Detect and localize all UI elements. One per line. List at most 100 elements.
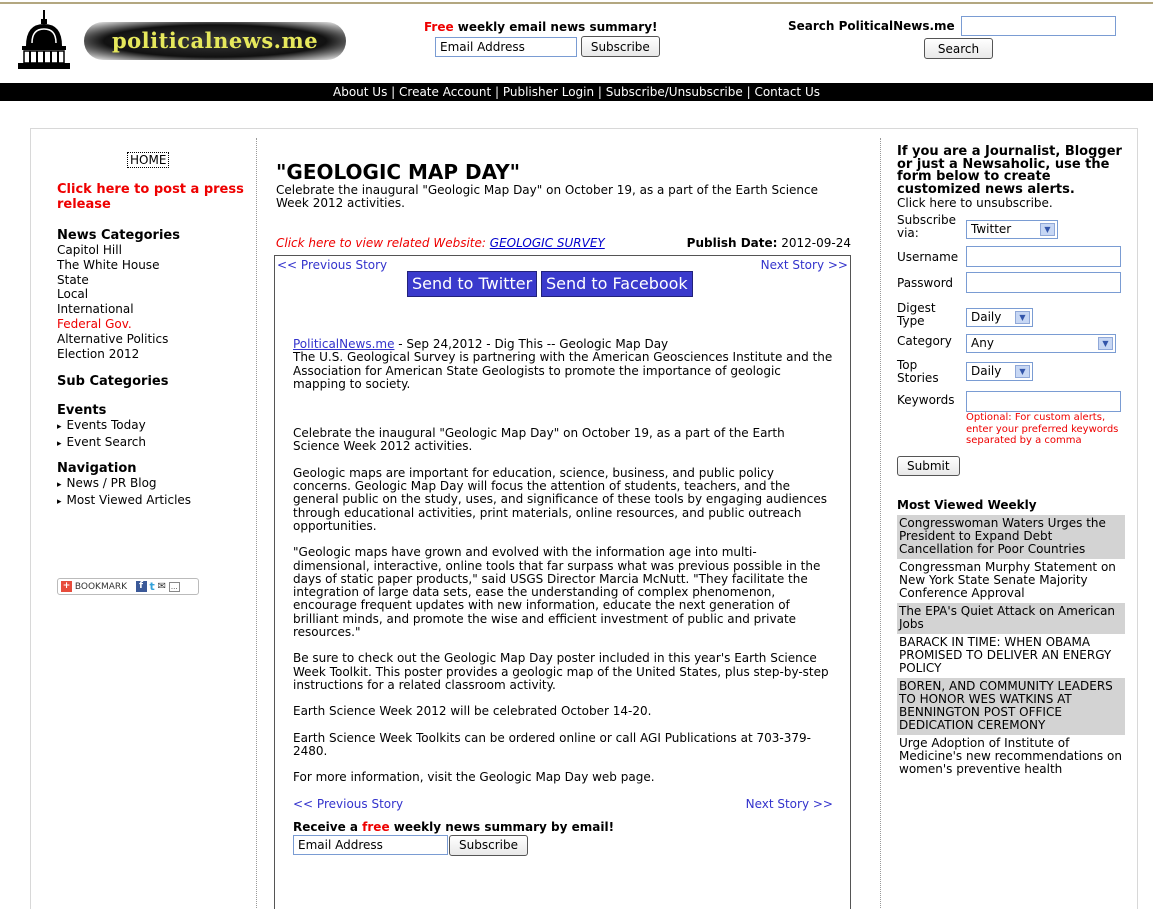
most-viewed-item[interactable]: Congresswoman Waters Urges the President… [897, 514, 1125, 559]
category-white-house[interactable]: The White House [57, 258, 252, 273]
username-row: Username [897, 246, 1125, 272]
related-website-row: Click here to view related Website: GEOL… [276, 236, 851, 252]
article-subtitle: Celebrate the inaugural "Geologic Map Da… [276, 183, 819, 210]
receive-summary-heading: Receive a free weekly news summary by em… [293, 821, 833, 834]
related-website-link[interactable]: GEOLOGIC SURVEY [490, 236, 605, 250]
left-divider [256, 138, 257, 909]
chevron-down-icon: ▼ [1040, 223, 1055, 236]
next-story-link-bottom[interactable]: Next Story >> [746, 797, 833, 811]
keywords-input[interactable] [966, 391, 1121, 412]
nav-subscribe-unsubscribe[interactable]: Subscribe/Unsubscribe [606, 85, 743, 99]
send-to-facebook-button[interactable]: Send to Facebook [540, 271, 693, 297]
newsletter-email-input[interactable] [435, 36, 577, 57]
category-capitol-hill[interactable]: Capitol Hill [57, 243, 252, 258]
article-lead: PoliticalNews.me - Sep 24,2012 - Dig Thi… [293, 337, 833, 391]
category-international[interactable]: International [57, 302, 252, 317]
top-stories-row: Top Stories Daily ▼ [897, 354, 1125, 386]
category-select[interactable]: Any ▼ [966, 334, 1116, 353]
share-buttons: Send to Twitter Send to Facebook [407, 271, 693, 297]
subscribe-via-select[interactable]: Twitter ▼ [966, 220, 1058, 239]
submit-button[interactable]: Submit [897, 455, 960, 476]
send-to-twitter-button[interactable]: Send to Twitter [407, 271, 538, 297]
top-stories-select[interactable]: Daily ▼ [966, 362, 1033, 381]
source-dateline: - Sep 24,2012 - Dig This -- Geologic Map… [394, 337, 669, 351]
lead-text: The U.S. Geological Survey is partnering… [293, 350, 833, 391]
article-header: "GEOLOGIC MAP DAY" Celebrate the inaugur… [276, 160, 851, 210]
top-stories-label: Top Stories [897, 358, 939, 385]
category-election-2012[interactable]: Election 2012 [57, 347, 252, 362]
nav-create-account[interactable]: Create Account [399, 85, 491, 99]
right-divider [880, 138, 881, 909]
more-icon[interactable]: ... [168, 581, 180, 592]
password-label: Password [897, 276, 954, 290]
previous-story-link-bottom[interactable]: << Previous Story [293, 797, 403, 811]
category-value: Any [971, 336, 994, 350]
top-rule [0, 2, 1153, 4]
chevron-down-icon: ▼ [1098, 337, 1113, 350]
email-icon[interactable]: ✉ [158, 581, 166, 592]
bookmark-label: BOOKMARK [74, 582, 128, 592]
digest-type-row: Digest Type Daily ▼ [897, 299, 1125, 331]
most-viewed-articles-link[interactable]: Most Viewed Articles [57, 493, 252, 510]
left-sidebar: HOME Click here to post a press release … [57, 152, 252, 510]
event-search-link[interactable]: Event Search [57, 435, 252, 452]
newsletter-subscribe-button[interactable]: Subscribe [580, 36, 660, 57]
category-alternative-politics[interactable]: Alternative Politics [57, 332, 252, 347]
news-categories-list: Capitol Hill The White House State Local… [57, 243, 252, 361]
category-local[interactable]: Local [57, 287, 252, 302]
subscribe-via-label: Subscribe via: [897, 213, 956, 240]
previous-story-link-top[interactable]: << Previous Story [277, 258, 387, 272]
subscribe-via-row: Subscribe via: Twitter ▼ [897, 214, 1125, 246]
source-link[interactable]: PoliticalNews.me [293, 337, 394, 351]
facebook-icon[interactable]: f [135, 581, 147, 592]
article-paragraph: Be sure to check out the Geologic Map Da… [293, 651, 829, 692]
post-press-release-link[interactable]: Click here to post a press release [57, 182, 252, 212]
most-viewed-item[interactable]: Urge Adoption of Institute of Medicine's… [897, 735, 1125, 779]
category-state[interactable]: State [57, 273, 252, 288]
news-categories-heading: News Categories [57, 228, 180, 243]
most-viewed-item[interactable]: Congressman Murphy Statement on New York… [897, 559, 1125, 603]
events-heading: Events [57, 403, 107, 419]
search-button[interactable]: Search [924, 38, 993, 59]
publish-date-label: Publish Date: [686, 236, 778, 250]
nav-contact-us[interactable]: Contact Us [754, 85, 820, 99]
site-search: Search PoliticalNews.me Search [788, 16, 1128, 59]
receive-rest: weekly news summary by email! [389, 820, 615, 835]
keywords-note: Optional: For custom alerts, enter your … [966, 412, 1119, 446]
capitol-dome-icon [18, 10, 70, 69]
most-viewed-item[interactable]: BARACK IN TIME: WHEN OBAMA PROMISED TO D… [897, 634, 1125, 678]
category-row: Category Any ▼ [897, 331, 1125, 354]
bottom-subscribe-button[interactable]: Subscribe [449, 834, 528, 856]
digest-type-label: Digest Type [897, 301, 936, 328]
next-story-link-top[interactable]: Next Story >> [761, 258, 848, 272]
password-input[interactable] [966, 272, 1121, 293]
category-federal-gov[interactable]: Federal Gov. [57, 317, 252, 332]
related-prefix: Click here to view related Website: [276, 236, 490, 250]
digest-type-select[interactable]: Daily ▼ [966, 308, 1033, 327]
most-viewed-item[interactable]: BOREN, AND COMMUNITY LEADERS TO HONOR WE… [897, 677, 1125, 735]
most-viewed-item[interactable]: The EPA's Quiet Attack on American Jobs [897, 602, 1125, 634]
newsletter-headline-text: weekly email news summary! [453, 20, 658, 34]
nav-publisher-login[interactable]: Publisher Login [503, 85, 594, 99]
site-logo[interactable]: politicalnews.me [18, 10, 346, 74]
home-link[interactable]: HOME [127, 152, 170, 168]
nav-about-us[interactable]: About Us [333, 85, 387, 99]
username-input[interactable] [966, 246, 1121, 267]
top-nav-bar: About Us | Create Account | Publisher Lo… [0, 83, 1153, 101]
search-label: Search PoliticalNews.me [788, 19, 955, 33]
article-paragraph: Earth Science Week Toolkits can be order… [293, 730, 811, 758]
bottom-email-input[interactable] [293, 835, 448, 856]
unsubscribe-link[interactable]: Click here to unsubscribe. [897, 196, 1125, 210]
article-title: "GEOLOGIC MAP DAY" [276, 160, 521, 184]
bookmark-plus-icon: + [61, 581, 72, 592]
subscribe-via-value: Twitter [971, 222, 1012, 236]
keywords-label: Keywords [897, 393, 955, 407]
search-input[interactable] [960, 16, 1116, 36]
bookmark-widget[interactable]: + BOOKMARK f t ✉ ... [57, 578, 199, 595]
events-today-link[interactable]: Events Today [57, 418, 252, 435]
news-pr-blog-link[interactable]: News / PR Blog [57, 476, 252, 493]
sub-categories-heading: Sub Categories [57, 374, 169, 390]
twitter-icon[interactable]: t [150, 580, 155, 593]
news-alerts-sidebar: If you are a Journalist, Blogger or just… [897, 145, 1125, 779]
chevron-down-icon: ▼ [1015, 365, 1030, 378]
